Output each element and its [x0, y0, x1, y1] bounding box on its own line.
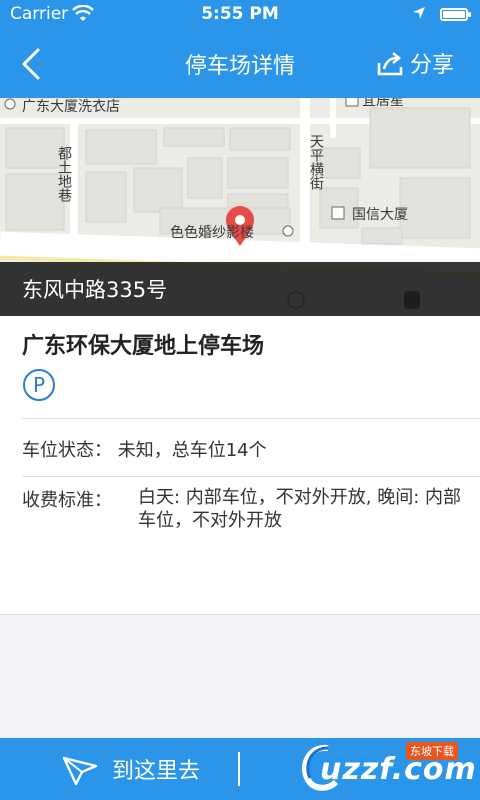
- address-bar: 东风中路335号: [0, 262, 480, 316]
- status-label: 车位状态：: [22, 440, 112, 461]
- app-header: Carrier 5:55 PM 停车场详情 分享: [0, 0, 480, 98]
- navigate-arrow-icon: [62, 756, 98, 786]
- parking-info-card: 广东环保大厦地上停车场 P 车位状态： 未知，总车位14个 收费标准： 白天: …: [0, 316, 480, 615]
- separator: [238, 752, 240, 786]
- battery-icon: [440, 8, 471, 21]
- map-view[interactable]: 广东大厦洗衣店 宜居星 都土地巷 天平横街 国信大厦 色色婚纱影楼 东风中路33…: [0, 98, 480, 316]
- status-bar: Carrier 5:55 PM: [0, 0, 480, 30]
- watermark-tag: 东坡下载: [406, 742, 458, 760]
- map-label-wedding: 色色婚纱影楼: [170, 225, 254, 241]
- fee-label: 收费标准：: [22, 490, 112, 511]
- location-arrow-icon: [413, 7, 425, 19]
- parking-name: 广东环保大厦地上停车场: [22, 334, 265, 359]
- nav-bar: 停车场详情 分享: [0, 30, 480, 98]
- navigate-button[interactable]: 到这里去: [62, 738, 200, 800]
- share-label: 分享: [410, 53, 455, 78]
- address-text: 东风中路335号: [22, 278, 168, 302]
- map-label-tianping-street: 天平横街: [308, 134, 324, 190]
- navigate-label: 到这里去: [112, 759, 201, 784]
- share-button[interactable]: 分享: [376, 46, 454, 80]
- clock: 5:55 PM: [201, 4, 279, 24]
- parking-type-icon: P: [23, 369, 55, 401]
- bottom-bar: 到这里去 uzzf.com 东坡下载: [0, 738, 480, 800]
- map-label-laundry: 广东大厦洗衣店: [22, 99, 120, 115]
- map-label-guoxin: 国信大厦: [352, 207, 408, 223]
- divider: [22, 418, 480, 419]
- watermark-logo: uzzf.com 东坡下载: [298, 740, 476, 796]
- status-value: 未知，总车位14个: [117, 440, 267, 461]
- status-row: 车位状态： 未知，总车位14个: [22, 436, 267, 462]
- share-icon: [377, 52, 403, 76]
- map-label-dudi-lane: 都土地巷: [56, 146, 72, 202]
- map-label-top-right: 宜居星: [362, 98, 404, 109]
- divider: [22, 476, 480, 477]
- fee-value: 白天: 内部车位，不对外开放, 晚间: 内部车位，不对外开放: [138, 487, 462, 531]
